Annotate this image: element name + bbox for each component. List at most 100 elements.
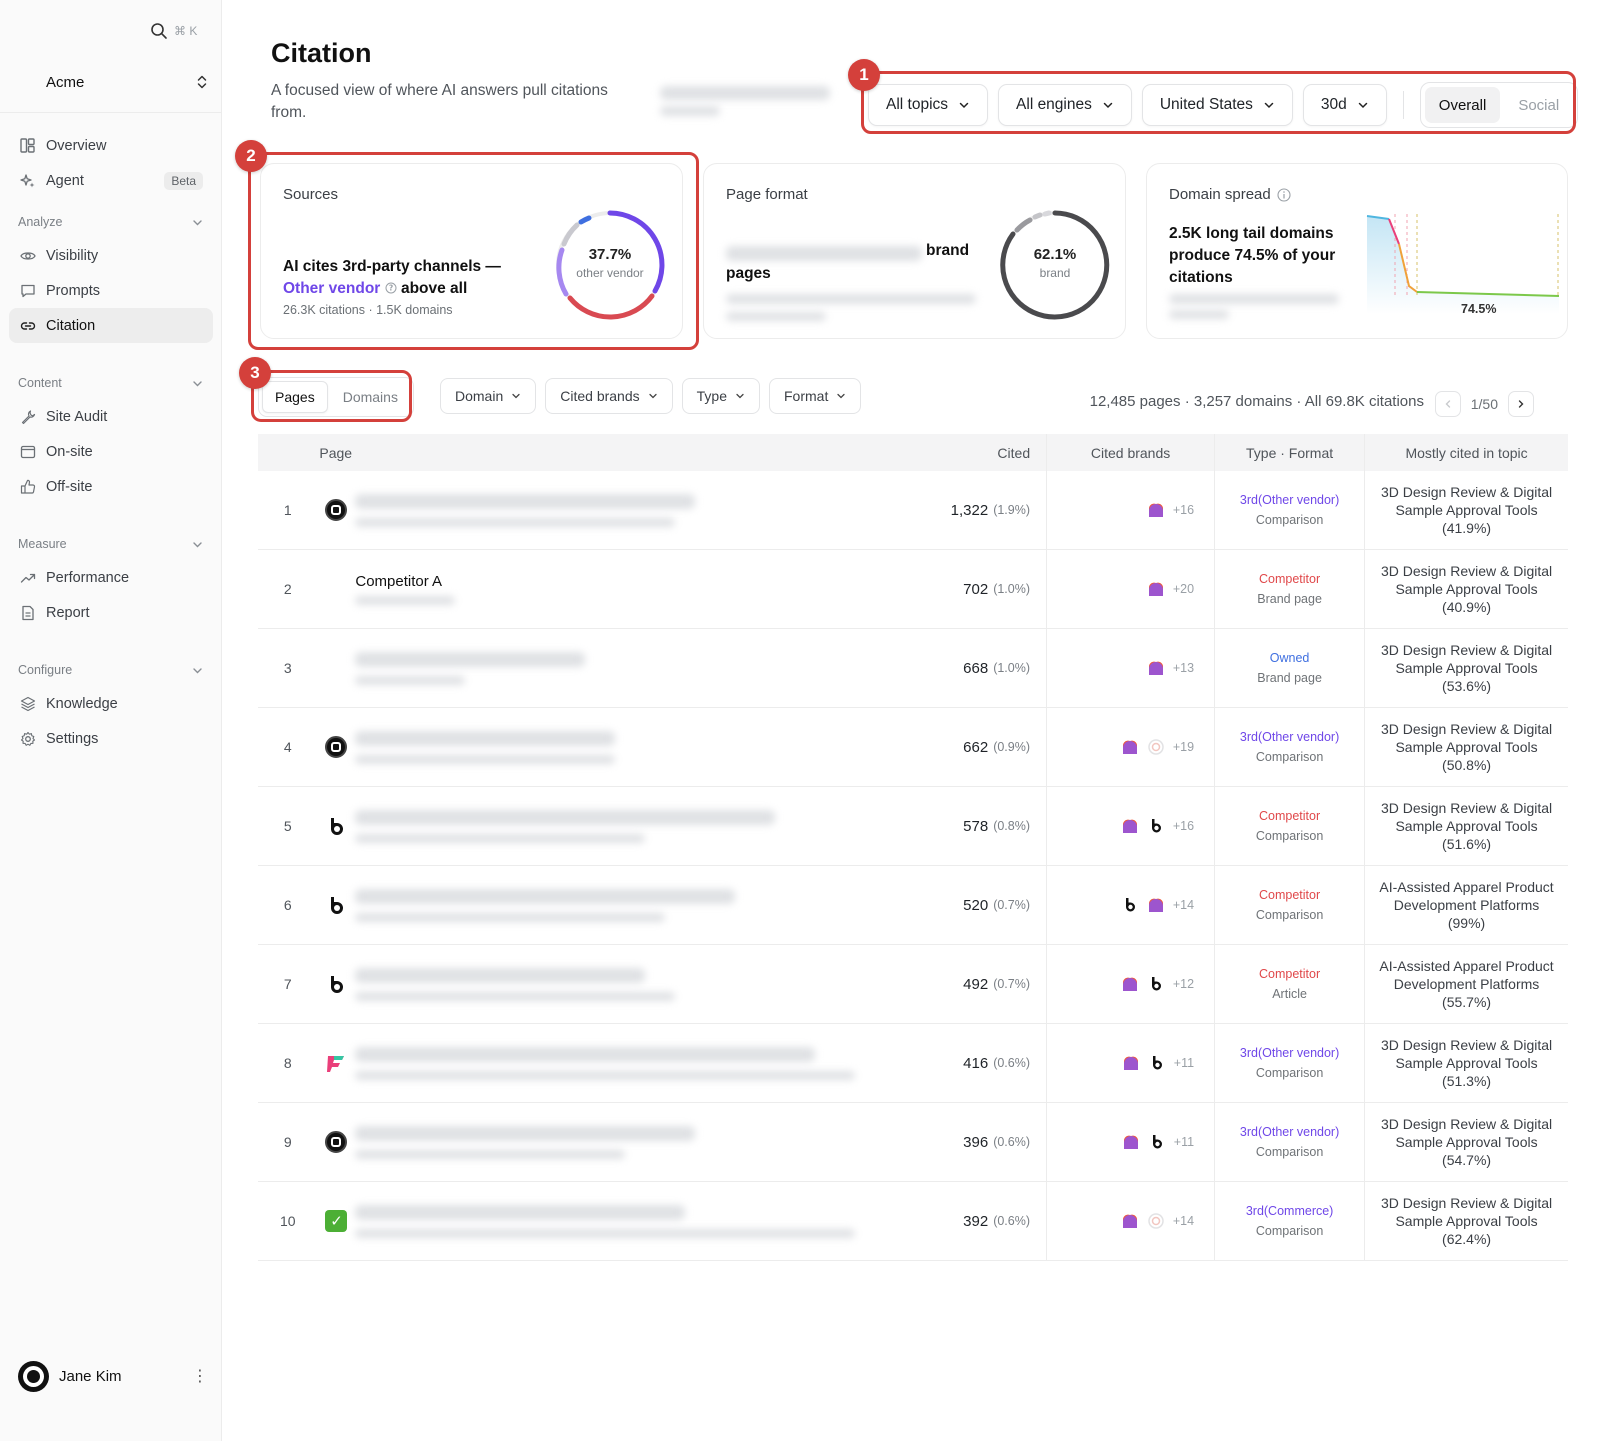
page-cell[interactable] [355, 945, 916, 1023]
site-favicon [331, 897, 344, 914]
cited-share: (0.7%) [993, 977, 1031, 991]
page-cell[interactable] [355, 1103, 916, 1181]
brands-cell[interactable]: +11 [1046, 1024, 1214, 1102]
sidebar-item-visibility[interactable]: Visibility [9, 238, 213, 273]
topic-cell: AI-Assisted Apparel Product Development … [1364, 945, 1568, 1023]
brands-cell[interactable]: +14 [1046, 866, 1214, 944]
section-measure[interactable]: Measure [9, 532, 213, 556]
page-cell[interactable] [355, 471, 916, 549]
brands-cell[interactable]: +11 [1046, 1103, 1214, 1181]
brands-cell[interactable]: +13 [1046, 629, 1214, 707]
workspace-switcher[interactable]: Acme [30, 62, 208, 102]
thumbs-up-icon [19, 478, 36, 495]
brand-drop-icon [1125, 898, 1135, 912]
sidebar-item-settings[interactable]: Settings [9, 721, 213, 756]
sidebar-item-knowledge[interactable]: Knowledge [9, 686, 213, 721]
sidebar-item-overview[interactable]: Overview [9, 128, 213, 163]
sidebar-item-agent[interactable]: Agent Beta [9, 163, 213, 198]
redacted-text [726, 312, 826, 321]
sidebar-item-report[interactable]: Report [9, 595, 213, 630]
sidebar-item-off-site[interactable]: Off-site [9, 469, 213, 504]
user-menu[interactable]: Jane Kim ⋮ [18, 1360, 208, 1392]
tab-domains[interactable]: Domains [331, 381, 410, 413]
redacted-text [355, 912, 666, 922]
column-header-page[interactable]: Page [319, 445, 916, 461]
format-filter[interactable]: Format [769, 378, 862, 414]
page-cell[interactable] [355, 629, 916, 707]
page-cell[interactable] [355, 787, 916, 865]
section-label: Configure [18, 663, 73, 677]
table-row[interactable]: 4 662 (0.9%) +19 3rd(Other vendor) Compari… [258, 708, 1568, 787]
column-header-cited[interactable]: Cited [917, 434, 1046, 471]
topic-cell: 3D Design Review & Digital Sample Approv… [1364, 708, 1568, 786]
page-cell[interactable] [355, 1182, 916, 1260]
sparkle-icon [19, 172, 36, 189]
page-cell[interactable] [355, 708, 916, 786]
help-icon[interactable]: ? [385, 282, 397, 294]
table-row[interactable]: 5 578 (0.8%) +16 Competitor Comparison 3D … [258, 787, 1568, 866]
type-filter[interactable]: Type [681, 378, 760, 414]
redacted-text [726, 246, 922, 261]
country-dropdown[interactable]: United States [1141, 84, 1293, 126]
page-cell[interactable] [355, 866, 916, 944]
sidebar-item-on-site[interactable]: On-site [9, 434, 213, 469]
column-header-type[interactable]: Type · Format [1214, 434, 1364, 471]
period-dropdown[interactable]: 30d [1302, 84, 1387, 126]
brands-cell[interactable]: +19 [1046, 708, 1214, 786]
section-analyze[interactable]: Analyze [9, 210, 213, 234]
brands-cell[interactable]: +16 [1046, 471, 1214, 549]
table-row[interactable]: 9 396 (0.6%) +11 3rd(Other vendor) Compari… [258, 1103, 1568, 1182]
sidebar-item-site-audit[interactable]: Site Audit [9, 399, 213, 434]
row-number: 8 [283, 1055, 292, 1071]
sidebar-item-prompts[interactable]: Prompts [9, 273, 213, 308]
tab-pages[interactable]: Pages [262, 381, 328, 413]
table-row[interactable]: 7 492 (0.7%) +12 Competitor Article AI-Ass… [258, 945, 1568, 1024]
view-option-social[interactable]: Social [1504, 87, 1573, 123]
redacted-text [355, 651, 586, 667]
cited-count: 416 [963, 1054, 989, 1072]
table-row[interactable]: 6 520 (0.7%) +14 Competitor Comparison AI-… [258, 866, 1568, 945]
engines-dropdown[interactable]: All engines [998, 84, 1132, 126]
domain-spread-chart [1366, 214, 1560, 314]
sidebar-item-label: Performance [46, 569, 130, 586]
prev-page-button[interactable] [1434, 391, 1461, 417]
type-label: 3rd(Other vendor) [1239, 730, 1340, 744]
view-tabs: Pages Domains [258, 377, 414, 417]
more-vertical-icon[interactable]: ⋮ [192, 1366, 208, 1386]
table-row[interactable]: 2 Competitor A 702 (1.0%) +20 Competitor B… [258, 550, 1568, 629]
table-row[interactable]: 3 668 (1.0%) +13 Owned Brand page 3D Desig… [258, 629, 1568, 708]
redacted-text [355, 1228, 856, 1238]
table-row[interactable]: 8 416 (0.6%) +11 3rd(Other vendor) Compari… [258, 1024, 1568, 1103]
page-cell[interactable] [355, 1024, 916, 1102]
redacted-text [1169, 294, 1339, 304]
brands-cell[interactable]: +20 [1046, 550, 1214, 628]
format-label: Comparison [1255, 750, 1324, 764]
view-option-overall[interactable]: Overall [1424, 87, 1501, 123]
section-content[interactable]: Content [9, 371, 213, 395]
sidebar-item-label: On-site [46, 443, 93, 460]
page-cell[interactable]: Competitor A [355, 550, 916, 628]
table-row[interactable]: 10 ✓ 392 (0.6%) +14 3rd(Commerce) Comparis… [258, 1182, 1568, 1261]
brands-cell[interactable]: +12 [1046, 945, 1214, 1023]
page-title[interactable]: Competitor A [355, 573, 916, 590]
site-favicon [331, 818, 344, 835]
cited-brands-filter[interactable]: Cited brands [545, 378, 673, 414]
topics-dropdown[interactable]: All topics [868, 84, 989, 126]
next-page-button[interactable] [1508, 391, 1534, 417]
info-icon[interactable] [1277, 187, 1291, 202]
sidebar-item-performance[interactable]: Performance [9, 560, 213, 595]
brands-cell[interactable]: +14 [1046, 1182, 1214, 1260]
column-header-brands[interactable]: Cited brands [1046, 434, 1214, 471]
card-title: Sources [283, 186, 339, 203]
section-configure[interactable]: Configure [9, 658, 213, 682]
table-row[interactable]: 1 1,322 (1.9%) +16 3rd(Other vendor) Compa… [258, 471, 1568, 550]
brands-cell[interactable]: +16 [1046, 787, 1214, 865]
search-button[interactable]: ⌘ K [150, 22, 197, 40]
domain-filter[interactable]: Domain [440, 378, 537, 414]
sidebar-item-citation[interactable]: Citation [9, 308, 213, 343]
site-favicon [325, 499, 348, 521]
format-label: Comparison [1255, 1066, 1324, 1080]
column-header-topic[interactable]: Mostly cited in topic [1364, 434, 1568, 471]
chevron-down-icon [1358, 102, 1368, 109]
redacted-text [355, 675, 466, 685]
